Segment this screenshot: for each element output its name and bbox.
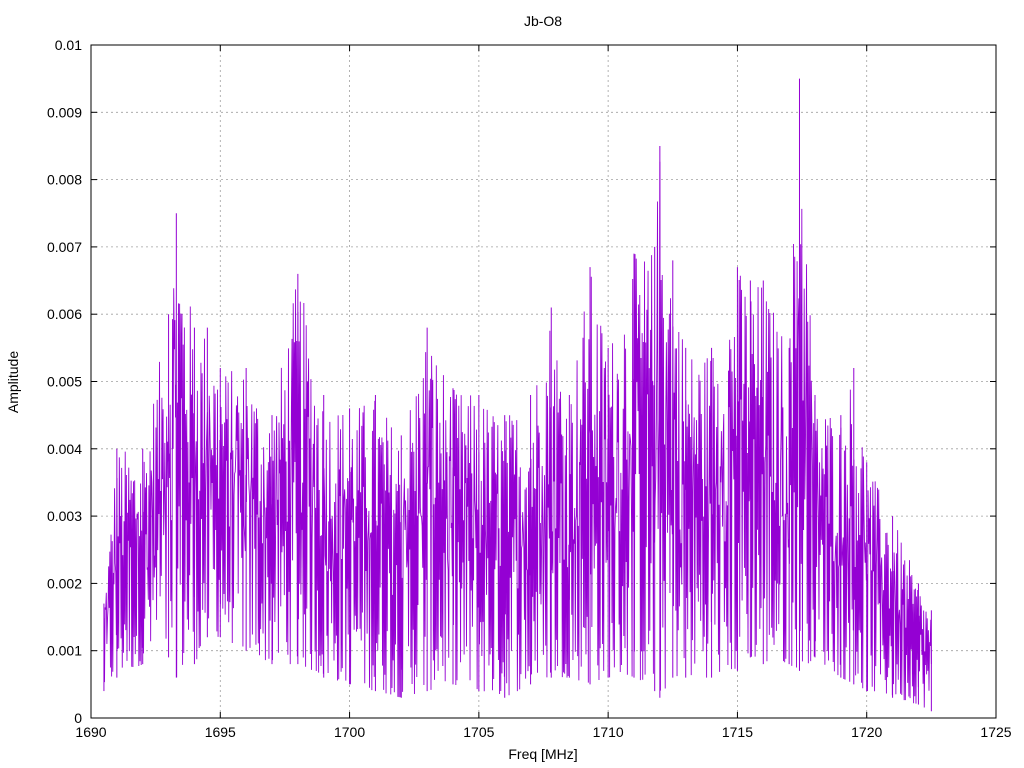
y-tick-label: 0.008 [47,172,82,188]
y-tick-label: 0.002 [47,575,82,591]
series-layer [103,78,932,712]
y-tick-label: 0.007 [47,239,82,255]
y-tick-label: 0 [74,710,82,726]
y-tick-label: 0.001 [47,643,82,659]
y-tick-label: 0.005 [47,374,82,390]
x-tick-label: 1700 [334,724,365,740]
y-tick-label: 0.009 [47,104,82,120]
x-tick-label: 1720 [851,724,882,740]
x-tick-label: 1710 [593,724,624,740]
y-tick-label: 0.004 [47,441,82,457]
x-tick-label: 1715 [722,724,753,740]
x-tick-label: 1695 [205,724,236,740]
x-tick-label: 1725 [980,724,1011,740]
x-tick-label: 1690 [75,724,106,740]
y-tick-label: 0.003 [47,508,82,524]
x-axis-label: Freq [MHz] [508,746,577,762]
x-tick-label: 1705 [463,724,494,740]
y-tick-label: 0.006 [47,306,82,322]
series-line [103,161,932,708]
y-tick-label: 0.01 [55,37,82,53]
chart: 1690 1695 1700 1705 1710 1715 1720 1725 0 0.001 0.… [5,13,1012,762]
chart-title: Jb-O8 [524,13,562,29]
y-axis-label: Amplitude [5,351,21,413]
